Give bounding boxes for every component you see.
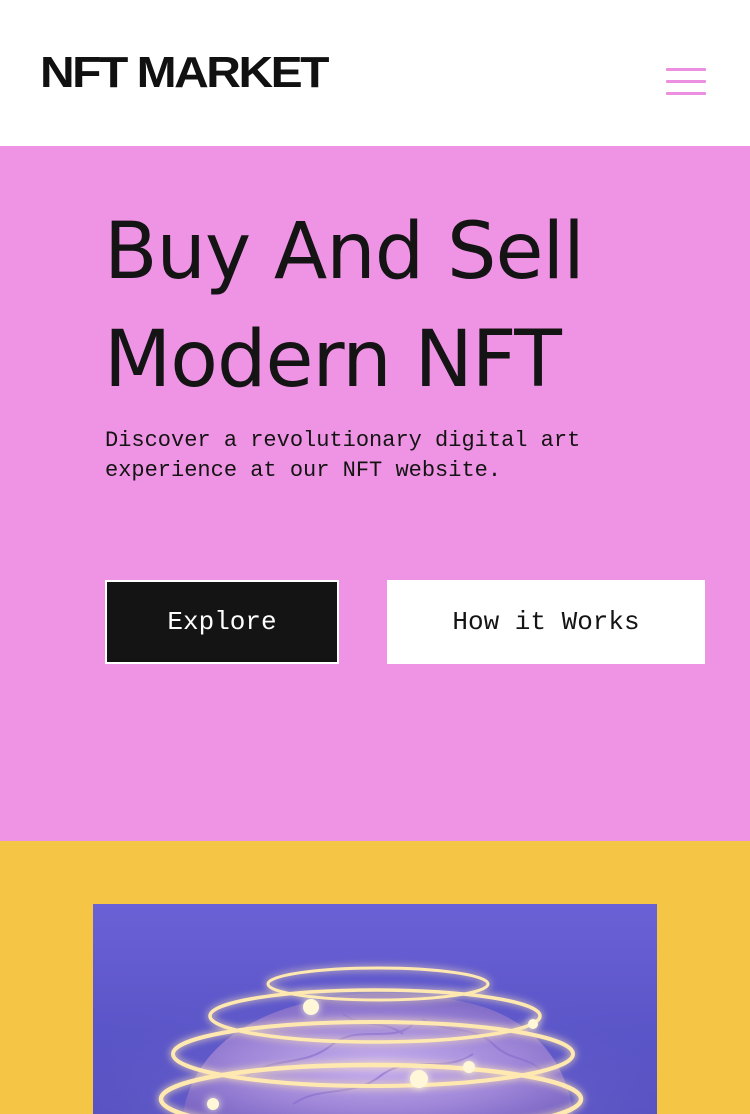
glowing-brain-artwork[interactable] [93,904,657,1114]
hero-section: Buy And Sell Modern NFT Discover a revol… [0,146,750,841]
hero-title-line-1: Buy And Sell [104,207,585,297]
explore-button[interactable]: Explore [105,580,339,664]
logo[interactable]: NFT MARKET [40,50,329,97]
hero-description: Discover a revolutionary digital art exp… [105,428,581,483]
hero-title-line-2: Modern NFT [104,315,562,405]
hamburger-menu-icon[interactable] [664,64,708,100]
featured-section [0,841,750,1114]
menu-bar [666,92,706,95]
menu-bar [666,68,706,71]
brain-illustration [93,904,657,1114]
menu-bar [666,80,706,83]
site-header: NFT MARKET [0,0,750,146]
how-it-works-button[interactable]: How it Works [387,580,705,664]
hero-title: Buy And Sell Modern NFT [104,198,724,414]
